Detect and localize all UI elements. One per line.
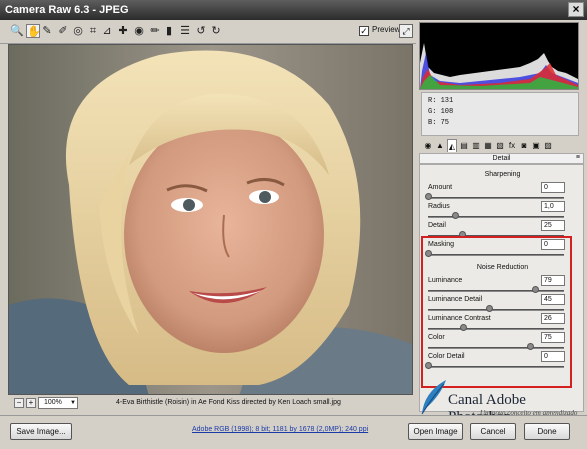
crop-tool-icon[interactable]: ⌗ — [86, 24, 100, 38]
save-image-button[interactable]: Save Image... — [10, 423, 72, 440]
rgb-g-value: G: 108 — [428, 108, 454, 116]
detail-label: Detail — [428, 222, 446, 229]
panel-tab-9[interactable]: ◙ — [519, 139, 529, 152]
radius-value-field[interactable]: 1,0 — [541, 201, 565, 212]
preview-checkbox[interactable]: ✓ — [359, 26, 369, 36]
cancel-button[interactable]: Cancel — [470, 423, 516, 440]
panel-tab-2[interactable]: ▲ — [435, 139, 445, 152]
fullscreen-toggle-icon[interactable]: ⤢ — [399, 24, 413, 38]
file-name: 4-Eva Birthistle (Roisin) in Ae Fond Kis… — [116, 399, 341, 406]
panel-tab-8[interactable]: fx — [507, 139, 517, 152]
radius-label: Radius — [428, 203, 450, 210]
panel-tab-3[interactable]: ◭ — [447, 139, 457, 152]
histogram — [419, 22, 579, 90]
title-bar: Camera Raw 6.3 - JPEG × — [0, 0, 587, 20]
radius-track[interactable] — [428, 216, 564, 218]
zoom-out-button[interactable]: − — [14, 398, 24, 408]
panel-tab-4[interactable]: ▤ — [459, 139, 469, 152]
amount-track[interactable] — [428, 197, 564, 199]
detail-value-field[interactable]: 25 — [541, 220, 565, 231]
panel-tab-7[interactable]: ▧ — [495, 139, 505, 152]
hand-tool-icon[interactable]: ✋ — [26, 24, 41, 38]
feather-logo-icon — [421, 380, 446, 415]
chevron-down-icon: ▼ — [70, 400, 76, 406]
amount-label: Amount — [428, 184, 453, 191]
white-balance-tool-icon[interactable]: ✎ — [40, 24, 54, 38]
spot-removal-tool-icon[interactable]: ✚ — [116, 24, 130, 38]
rotate-right-icon[interactable]: ↻ — [209, 24, 223, 38]
close-button[interactable]: × — [568, 2, 584, 17]
workflow-options-link[interactable]: Adobe RGB (1998); 8 bit; 1181 by 1678 (2… — [192, 426, 368, 433]
rgb-r-value: R: 131 — [428, 97, 454, 105]
rotate-left-icon[interactable]: ↺ — [194, 24, 208, 38]
toolbar: 🔍 ✋ ✎ ✐ ◎ ⌗ ⊿ ✚ ◉ ✏ ▮ ☰ ↺ ↻ ✓ Preview ⤢ — [0, 20, 416, 44]
panel-tab-11[interactable]: ▨ — [543, 139, 553, 152]
zoom-level-value: 100% — [44, 399, 62, 406]
graduated-filter-icon[interactable]: ▮ — [162, 24, 176, 38]
rgb-readout: R: 131 G: 108 B: 75 — [421, 92, 579, 136]
panel-menu-icon[interactable]: ≡ — [576, 153, 580, 163]
panel-tab-5[interactable]: ▥ — [471, 139, 481, 152]
color-sampler-tool-icon[interactable]: ✐ — [56, 24, 70, 38]
image-preview[interactable] — [8, 44, 413, 395]
panel-title-bar: Detail ≡ — [419, 153, 584, 164]
window-title: Camera Raw 6.3 - JPEG — [5, 4, 129, 16]
amount-value-field[interactable]: 0 — [541, 182, 565, 193]
bottom-bar: Save Image... Adobe RGB (1998); 8 bit; 1… — [0, 415, 587, 449]
histogram-graph — [420, 43, 578, 89]
panel-tab-1[interactable]: ◉ — [423, 139, 433, 152]
panel-tab-6[interactable]: ▦ — [483, 139, 493, 152]
sharpening-heading: Sharpening — [484, 171, 521, 178]
rgb-b-value: B: 75 — [428, 119, 450, 127]
zoom-in-button[interactable]: + — [26, 398, 36, 408]
preview-label: Preview — [372, 25, 401, 34]
portrait-photo — [9, 45, 412, 394]
preferences-icon[interactable]: ☰ — [178, 24, 192, 38]
noise-reduction-highlight — [421, 236, 572, 388]
amount-thumb[interactable] — [425, 193, 432, 200]
open-image-button[interactable]: Open Image — [408, 423, 463, 440]
red-eye-tool-icon[interactable]: ◉ — [132, 24, 146, 38]
status-bar: − + 100% ▼ 4-Eva Birthistle (Roisin) in … — [8, 396, 413, 411]
panel-title: Detail — [492, 155, 511, 162]
adjustment-brush-icon[interactable]: ✏ — [148, 24, 162, 38]
zoom-level-select[interactable]: 100% ▼ — [38, 397, 78, 409]
done-button[interactable]: Done — [524, 423, 570, 440]
targeted-adjustment-tool-icon[interactable]: ◎ — [71, 24, 85, 38]
zoom-tool-icon[interactable]: 🔍 — [10, 24, 24, 38]
panel-tabs: ◉ ▲ ◭ ▤ ▥ ▦ ▧ fx ◙ ▣ ▨ — [419, 139, 579, 153]
straighten-tool-icon[interactable]: ⊿ — [100, 24, 114, 38]
panel-tab-10[interactable]: ▣ — [531, 139, 541, 152]
camera-raw-window: Camera Raw 6.3 - JPEG × 🔍 ✋ ✎ ✐ ◎ ⌗ ⊿ ✚ ◉ ✏ ▮ ☰ ↺ ↻ ✓… — [0, 0, 587, 449]
